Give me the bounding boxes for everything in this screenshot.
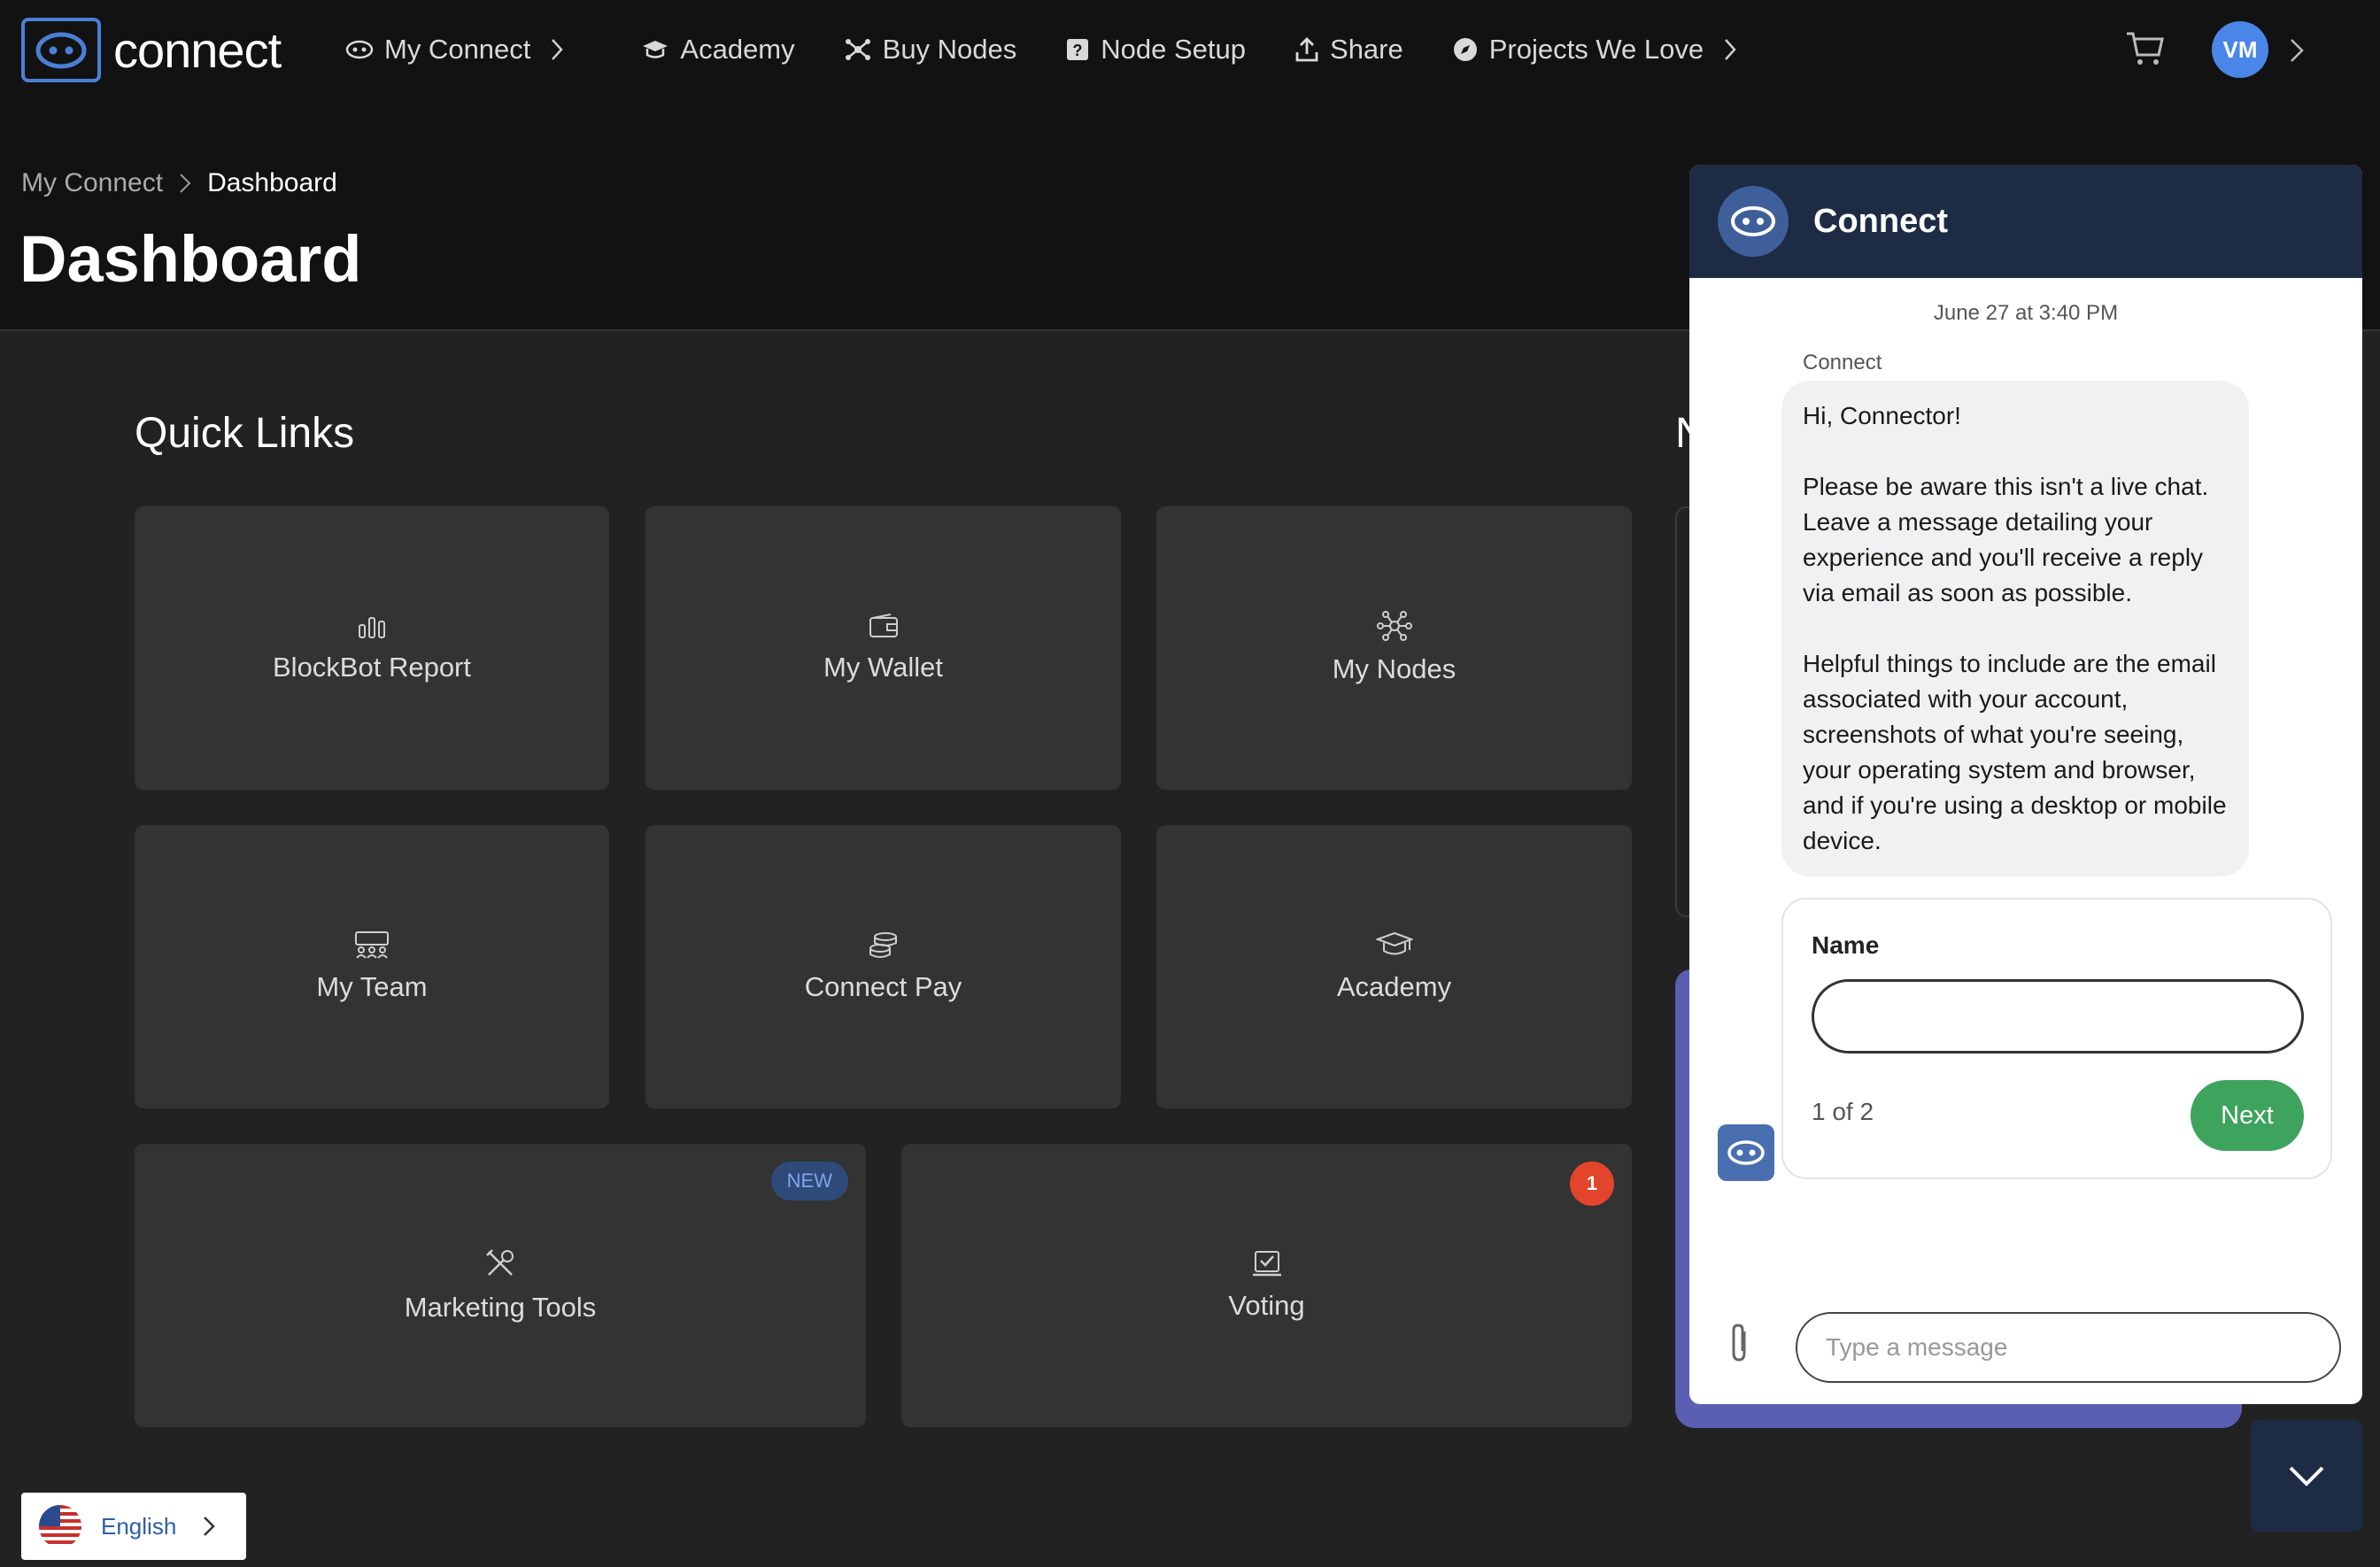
upload-icon — [1295, 37, 1318, 62]
svg-text:?: ? — [1073, 42, 1083, 59]
nav-my-connect[interactable]: My Connect — [345, 34, 575, 66]
card-blockbot-report[interactable]: BlockBot Report — [135, 506, 609, 790]
main-nav: My Connect Academy Buy Nodes ? Node Setu… — [345, 25, 1797, 74]
compass-icon — [1453, 38, 1477, 61]
user-avatar[interactable]: VM — [2212, 21, 2268, 78]
nav-label: Node Setup — [1101, 34, 1247, 65]
card-voting[interactable]: 1 Voting — [901, 1144, 1632, 1427]
team-icon — [355, 931, 389, 959]
chevron-down-icon — [2289, 1466, 2324, 1486]
nav-node-setup[interactable]: ? Node Setup — [1065, 34, 1246, 66]
chevron-right-icon — [204, 1517, 216, 1536]
chat-message: Hi, Connector! Please be aware this isn'… — [1781, 381, 2249, 876]
nav-label: Academy — [680, 34, 795, 65]
nav-projects-we-love[interactable]: Projects We Love — [1452, 34, 1748, 66]
us-flag-icon — [39, 1505, 81, 1548]
name-form: Name 1 of 2 Next — [1781, 898, 2332, 1179]
nav-buy-nodes[interactable]: Buy Nodes — [844, 34, 1017, 66]
new-badge: NEW — [770, 1162, 848, 1200]
language-label: English — [101, 1512, 177, 1540]
card-label: My Nodes — [1332, 653, 1457, 684]
card-label: My Team — [316, 971, 428, 1002]
chat-sender: Connect — [1803, 351, 1882, 374]
eye-logo-icon — [21, 18, 101, 82]
name-input[interactable] — [1812, 979, 2304, 1054]
nodes-icon — [845, 39, 870, 60]
ballot-icon — [1252, 1251, 1281, 1277]
chat-title: Connect — [1813, 202, 1948, 240]
next-button[interactable]: Next — [2191, 1080, 2304, 1151]
question-box-icon: ? — [1067, 39, 1089, 60]
nav-label: Share — [1330, 34, 1403, 65]
nav-label: Buy Nodes — [882, 34, 1017, 65]
card-label: Voting — [1228, 1290, 1305, 1321]
coins-icon — [869, 932, 897, 958]
attach-button[interactable] — [1727, 1323, 1753, 1370]
chevron-right-icon — [180, 174, 191, 193]
card-label: Connect Pay — [804, 971, 962, 1002]
eye-logo-icon — [1718, 186, 1789, 257]
graduation-cap-icon — [643, 41, 668, 58]
card-marketing-tools[interactable]: NEW Marketing Tools — [135, 1144, 866, 1427]
breadcrumb-parent[interactable]: My Connect — [21, 168, 163, 198]
chat-timestamp: June 27 at 3:40 PM — [1933, 301, 2119, 325]
quick-links-title: Quick Links — [135, 410, 355, 457]
top-nav-bar: connect My Connect Academy Buy Nodes ? N… — [0, 0, 2380, 99]
eye-logo-icon — [1727, 1140, 1765, 1165]
bar-chart-icon — [359, 617, 385, 638]
breadcrumb: My Connect Dashboard — [21, 168, 337, 198]
chat-widget: Connect June 27 at 3:40 PM Connect Hi, C… — [1689, 165, 2362, 1404]
collapse-chat-button[interactable] — [2251, 1420, 2362, 1532]
card-label: Marketing Tools — [404, 1292, 597, 1323]
logo-text: connect — [113, 22, 282, 78]
graduation-cap-icon — [1375, 931, 1413, 955]
nav-label: Projects We Love — [1488, 34, 1704, 65]
card-label: My Wallet — [823, 652, 943, 683]
nav-label: My Connect — [384, 34, 531, 65]
cart-button[interactable] — [2125, 30, 2164, 72]
chevron-right-icon[interactable] — [2289, 37, 2305, 64]
card-my-team[interactable]: My Team — [135, 825, 609, 1108]
bot-avatar — [1718, 1124, 1774, 1181]
card-my-nodes[interactable]: My Nodes — [1156, 506, 1632, 790]
page-title: Dashboard — [19, 222, 362, 296]
chat-header: Connect — [1689, 165, 2362, 278]
form-step-indicator: 1 of 2 — [1812, 1098, 1874, 1125]
nav-share[interactable]: Share — [1294, 34, 1403, 66]
chevron-right-icon — [1725, 39, 1736, 60]
connect-logo[interactable]: connect — [21, 18, 282, 82]
card-label: BlockBot Report — [273, 652, 471, 683]
card-academy[interactable]: Academy — [1156, 825, 1632, 1108]
card-connect-pay[interactable]: Connect Pay — [645, 825, 1121, 1108]
language-selector[interactable]: English — [21, 1493, 246, 1560]
cart-icon — [2127, 32, 2164, 65]
eye-logo-icon — [345, 40, 374, 59]
name-label: Name — [1812, 931, 1880, 959]
breadcrumb-current: Dashboard — [207, 168, 337, 197]
card-label: Academy — [1336, 971, 1452, 1002]
message-input[interactable]: Type a message — [1796, 1312, 2341, 1383]
chevron-right-icon — [552, 39, 564, 60]
notification-badge: 1 — [1570, 1162, 1614, 1206]
wallet-icon — [869, 614, 898, 637]
paperclip-icon — [1732, 1324, 1746, 1362]
card-my-wallet[interactable]: My Wallet — [645, 506, 1121, 790]
network-icon — [1376, 611, 1412, 641]
tools-icon — [486, 1249, 514, 1276]
nav-academy[interactable]: Academy — [641, 34, 795, 66]
